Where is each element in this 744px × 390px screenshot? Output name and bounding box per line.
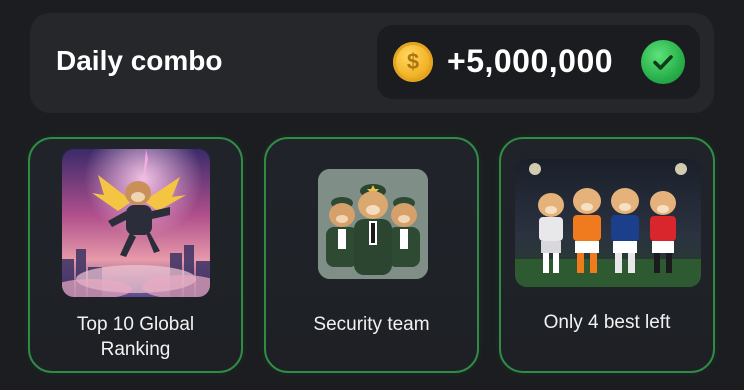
combo-card-only-4-best-left[interactable]: Only 4 best left (499, 137, 715, 373)
daily-combo-header: Daily combo $ +5,000,000 (30, 13, 714, 113)
coin-icon: $ (393, 42, 433, 82)
reward-box: $ +5,000,000 (377, 25, 700, 99)
reward-amount: +5,000,000 (447, 43, 614, 79)
card-label-line-1: Top 10 Global (76, 314, 195, 335)
security-hamsters-illustration (318, 169, 428, 279)
card-image-football-hamsters (515, 159, 701, 287)
coin-symbol: $ (406, 49, 420, 74)
card-image-flying-hamster (62, 149, 210, 297)
card-image-security-hamsters (318, 169, 428, 279)
combo-card-security-team[interactable]: Security team (264, 137, 479, 373)
card-label: Security team (313, 314, 430, 335)
checkmark-icon (641, 40, 685, 84)
combo-card-top-10-global-ranking[interactable]: Top 10 Global Ranking (28, 137, 243, 373)
card-label: Only 4 best left (543, 312, 671, 333)
football-hamsters-illustration (515, 159, 701, 287)
card-label: Top 10 Global Ranking (30, 312, 241, 362)
header-title: Daily combo (56, 45, 223, 76)
flying-hamster-illustration (62, 149, 210, 297)
card-label-line-2: Ranking (100, 339, 171, 360)
checkmark-glyph (653, 55, 673, 70)
